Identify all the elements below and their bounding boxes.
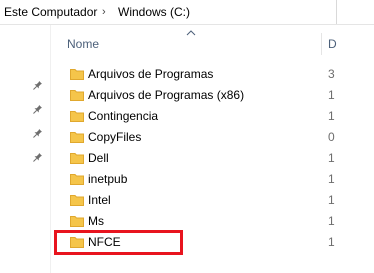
folder-icon	[70, 69, 84, 80]
list-item[interactable]: Arquivos de Programas (x86) 1	[62, 85, 374, 106]
list-item[interactable]: CopyFiles 0	[62, 127, 374, 148]
folder-date: 0	[328, 130, 335, 144]
folder-icon	[70, 174, 84, 185]
list-item[interactable]: inetpub 1	[62, 169, 374, 190]
navigation-pane-divider[interactable]	[50, 25, 51, 273]
address-bar-divider	[336, 0, 337, 24]
list-item[interactable]: Intel 1	[62, 190, 374, 211]
pin-icon[interactable]	[31, 152, 43, 164]
breadcrumb-item-drive-c[interactable]: Windows (C:)	[118, 4, 190, 20]
folder-name: Intel	[88, 193, 111, 207]
folder-name: inetpub	[88, 172, 128, 186]
folder-date: 1	[328, 214, 335, 228]
folder-name: Arquivos de Programas (x86)	[88, 88, 245, 102]
folder-date: 1	[328, 235, 335, 249]
address-bar[interactable]: Este Computador › Windows (C:)	[0, 0, 374, 24]
folder-icon	[70, 132, 84, 143]
folder-icon	[70, 216, 84, 227]
folder-name: CopyFiles	[88, 130, 142, 144]
folder-name: Ms	[88, 214, 104, 228]
folder-icon	[70, 195, 84, 206]
folder-icon	[70, 153, 84, 164]
file-explorer-window: Este Computador › Windows (C:) Nome D Ar…	[0, 0, 374, 273]
column-divider[interactable]	[321, 33, 322, 55]
folder-name: Arquivos de Programas	[88, 67, 214, 81]
chevron-right-icon[interactable]: ›	[102, 4, 106, 20]
list-item[interactable]: Ms 1	[62, 211, 374, 232]
pin-icon[interactable]	[31, 104, 43, 116]
folder-date: 1	[328, 172, 335, 186]
list-item[interactable]: Contingencia 1	[62, 106, 374, 127]
sort-up-icon	[186, 30, 196, 36]
folder-name: Contingencia	[88, 109, 159, 123]
list-item[interactable]: Dell 1	[62, 148, 374, 169]
folder-icon	[70, 111, 84, 122]
folder-date: 1	[328, 151, 335, 165]
list-item[interactable]: Arquivos de Programas 3	[62, 64, 374, 85]
folder-date: 1	[328, 109, 335, 123]
folder-icon	[70, 90, 84, 101]
folder-date: 1	[328, 88, 335, 102]
column-header-name[interactable]: Nome	[67, 25, 99, 57]
navigation-pane	[0, 25, 48, 273]
highlight-box	[54, 230, 183, 255]
folder-date: 3	[328, 67, 335, 81]
column-header-date[interactable]: D	[328, 25, 337, 57]
folder-name: Dell	[88, 151, 109, 165]
pin-icon[interactable]	[31, 80, 43, 92]
folder-date: 1	[328, 193, 335, 207]
breadcrumb-item-this-pc[interactable]: Este Computador	[4, 4, 97, 20]
address-bar-bottom-border	[0, 24, 374, 25]
pin-icon[interactable]	[31, 128, 43, 140]
